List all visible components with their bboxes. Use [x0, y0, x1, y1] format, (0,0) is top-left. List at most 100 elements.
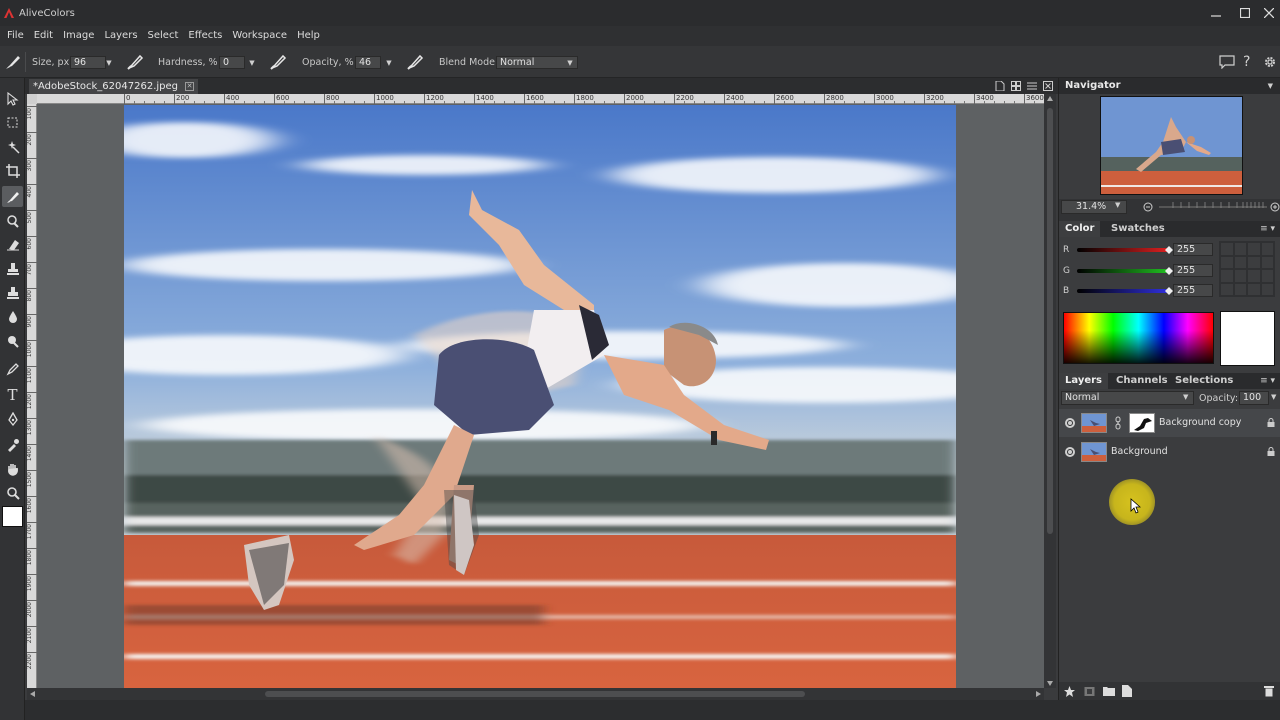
color-spectrum-picker[interactable] — [1063, 312, 1214, 364]
clone-stamp-tool-icon[interactable] — [2, 210, 23, 231]
menu-effects[interactable]: Effects — [183, 26, 227, 46]
navigator-thumbnail[interactable] — [1100, 96, 1243, 195]
channel-g-handle-icon[interactable] — [1165, 267, 1173, 275]
text-tool-icon[interactable]: T — [2, 384, 23, 405]
hardness-input[interactable]: 0 — [219, 56, 245, 69]
layer-mask-thumbnail[interactable] — [1129, 413, 1155, 433]
recent-swatches-grid[interactable] — [1219, 241, 1275, 297]
layer-name[interactable]: Background — [1111, 446, 1168, 457]
blend-mode-dropdown-icon[interactable]: ▼ — [565, 56, 575, 69]
hardness-dropdown-icon[interactable]: ▼ — [247, 56, 257, 69]
current-color-preview[interactable] — [1220, 311, 1275, 366]
new-layer-icon[interactable] — [1122, 685, 1132, 697]
layer-blend-dropdown-icon[interactable]: ▼ — [1183, 393, 1188, 401]
navigator-collapse-icon[interactable]: ▼ — [1268, 78, 1273, 94]
tab-layers[interactable]: Layers — [1059, 373, 1108, 389]
layer-opacity-input[interactable]: 100 — [1239, 391, 1269, 405]
eraser-tool-icon[interactable] — [2, 234, 23, 255]
channel-b-handle-icon[interactable] — [1165, 287, 1173, 295]
tab-channels[interactable]: Channels — [1110, 373, 1174, 389]
close-window-button[interactable] — [1252, 0, 1280, 26]
zoom-dropdown-icon[interactable]: ▼ — [1115, 201, 1120, 209]
layer-blend-mode-select[interactable]: Normal — [1061, 391, 1194, 405]
menu-layers[interactable]: Layers — [99, 26, 142, 46]
vertical-scrollbar[interactable] — [1044, 94, 1056, 688]
tab-swatches[interactable]: Swatches — [1105, 221, 1171, 237]
layer-row-background-copy[interactable]: Background copy — [1059, 409, 1280, 437]
help-icon[interactable]: ? — [1243, 46, 1250, 78]
close-document-icon[interactable]: ✕ — [185, 82, 195, 91]
zoom-in-icon[interactable] — [1270, 202, 1280, 212]
zoom-tool-icon[interactable] — [2, 482, 23, 503]
menu-help[interactable]: Help — [292, 26, 325, 46]
channel-r-slider[interactable] — [1077, 248, 1169, 252]
horizontal-scroll-thumb[interactable] — [265, 691, 805, 697]
channel-b-slider[interactable] — [1077, 289, 1169, 293]
scroll-right-icon[interactable] — [1036, 691, 1041, 697]
channel-g-slider[interactable] — [1077, 269, 1169, 273]
menu-edit[interactable]: Edit — [29, 26, 58, 46]
hardness-preset-icon[interactable] — [268, 46, 288, 78]
crop-tool-icon[interactable] — [2, 160, 23, 181]
layer-visibility-eye-icon[interactable] — [1065, 447, 1075, 457]
color-panel-menu-icon[interactable]: ≡ ▾ — [1260, 221, 1275, 237]
vertical-scroll-thumb[interactable] — [1047, 108, 1053, 534]
fill-tool-icon[interactable] — [2, 282, 23, 303]
scroll-down-icon[interactable] — [1047, 681, 1053, 686]
document-menu-icon[interactable] — [1027, 81, 1037, 91]
pen-tool-icon[interactable] — [2, 358, 23, 379]
layer-name[interactable]: Background copy — [1159, 417, 1241, 428]
hand-tool-icon[interactable] — [2, 458, 23, 479]
settings-gear-icon[interactable] — [1263, 46, 1277, 78]
brush-tool-button[interactable] — [2, 186, 23, 207]
scroll-left-icon[interactable] — [30, 691, 35, 697]
opacity-dropdown-icon[interactable]: ▼ — [384, 56, 394, 69]
add-mask-icon[interactable] — [1084, 686, 1095, 697]
stamp-tool-icon[interactable] — [2, 258, 23, 279]
brush-preset-icon[interactable] — [125, 46, 145, 78]
new-group-folder-icon[interactable] — [1103, 686, 1115, 696]
feedback-icon[interactable] — [1219, 46, 1235, 78]
size-input[interactable]: 96 — [70, 56, 106, 69]
new-document-icon[interactable] — [995, 81, 1005, 91]
delete-layer-trash-icon[interactable] — [1264, 685, 1274, 697]
layer-row-background[interactable]: Background — [1059, 438, 1280, 466]
marquee-tool-icon[interactable] — [2, 112, 23, 133]
horizontal-ruler[interactable]: 0 200 400 600 800 1000 1200 1400 1600 1800 2000 220… — [37, 94, 1065, 104]
tile-windows-icon[interactable] — [1011, 81, 1021, 91]
dodge-tool-icon[interactable] — [2, 330, 23, 351]
tab-color[interactable]: Color — [1059, 221, 1101, 237]
layer-opacity-dropdown-icon[interactable]: ▼ — [1271, 393, 1276, 401]
menu-workspace[interactable]: Workspace — [227, 26, 292, 46]
magic-wand-tool-icon[interactable] — [2, 136, 23, 157]
layers-panel-menu-icon[interactable]: ≡ ▾ — [1260, 373, 1275, 389]
channel-g-input[interactable]: 255 — [1173, 264, 1213, 277]
mask-link-icon[interactable] — [1114, 416, 1122, 430]
channel-r-input[interactable]: 255 — [1173, 243, 1213, 256]
menu-file[interactable]: File — [2, 26, 29, 46]
layer-lock-icon[interactable] — [1267, 418, 1275, 427]
menu-select[interactable]: Select — [143, 26, 184, 46]
brush-tool-icon[interactable] — [4, 46, 22, 78]
layer-lock-icon[interactable] — [1267, 447, 1275, 456]
eyedropper-tool-icon[interactable] — [2, 434, 23, 455]
foreground-color-swatch[interactable] — [2, 506, 23, 527]
navigator-view[interactable] — [1059, 94, 1280, 199]
vertical-ruler[interactable]: 100 200 300 400 500 600 700 800 900 1000 1100 1200 1… — [26, 104, 37, 688]
channel-b-input[interactable]: 255 — [1173, 284, 1213, 297]
close-all-icon[interactable] — [1043, 81, 1053, 91]
scroll-up-icon[interactable] — [1047, 96, 1053, 101]
channel-r-handle-icon[interactable] — [1165, 246, 1173, 254]
opacity-input[interactable]: 46 — [355, 56, 381, 69]
size-dropdown-icon[interactable]: ▼ — [104, 56, 114, 69]
tab-selections[interactable]: Selections — [1169, 373, 1239, 389]
horizontal-scrollbar[interactable] — [27, 688, 1044, 700]
layer-visibility-eye-icon[interactable] — [1065, 418, 1075, 428]
opacity-preset-icon[interactable] — [405, 46, 425, 78]
photo-canvas[interactable] — [124, 105, 956, 688]
blur-drop-tool-icon[interactable] — [2, 306, 23, 327]
zoom-out-icon[interactable] — [1143, 202, 1153, 212]
menu-image[interactable]: Image — [58, 26, 99, 46]
document-tab[interactable]: *AdobeStock_62047262.jpeg ✕ — [29, 79, 199, 94]
move-tool-icon[interactable] — [2, 88, 23, 109]
